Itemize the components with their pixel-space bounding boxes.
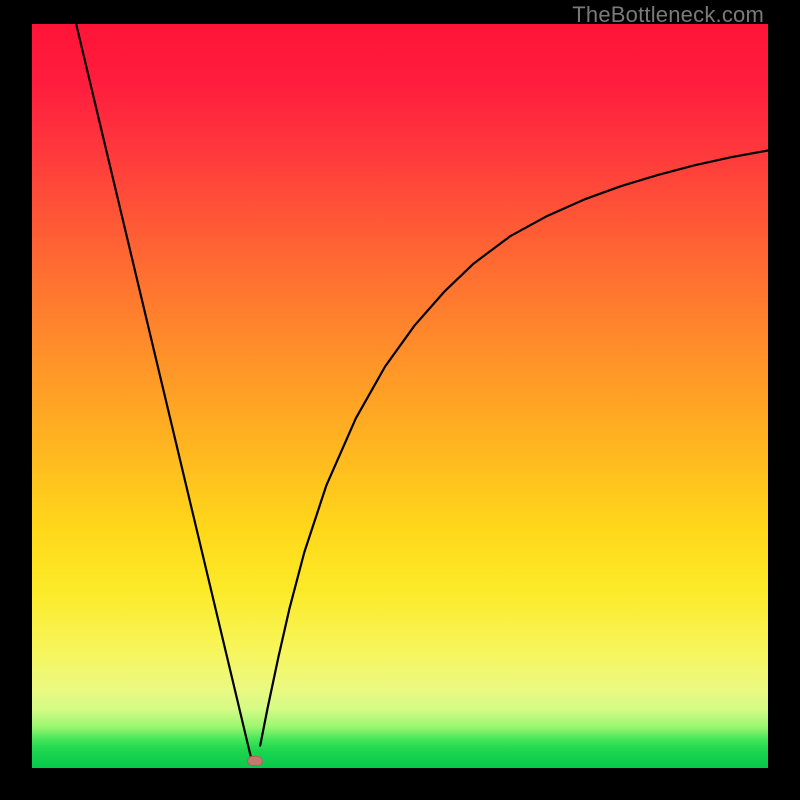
plot-area bbox=[32, 24, 768, 768]
chart-container: TheBottleneck.com bbox=[0, 0, 800, 800]
nadir-marker bbox=[247, 756, 263, 766]
watermark-text: TheBottleneck.com bbox=[572, 2, 764, 28]
bottleneck-curve bbox=[32, 24, 768, 768]
